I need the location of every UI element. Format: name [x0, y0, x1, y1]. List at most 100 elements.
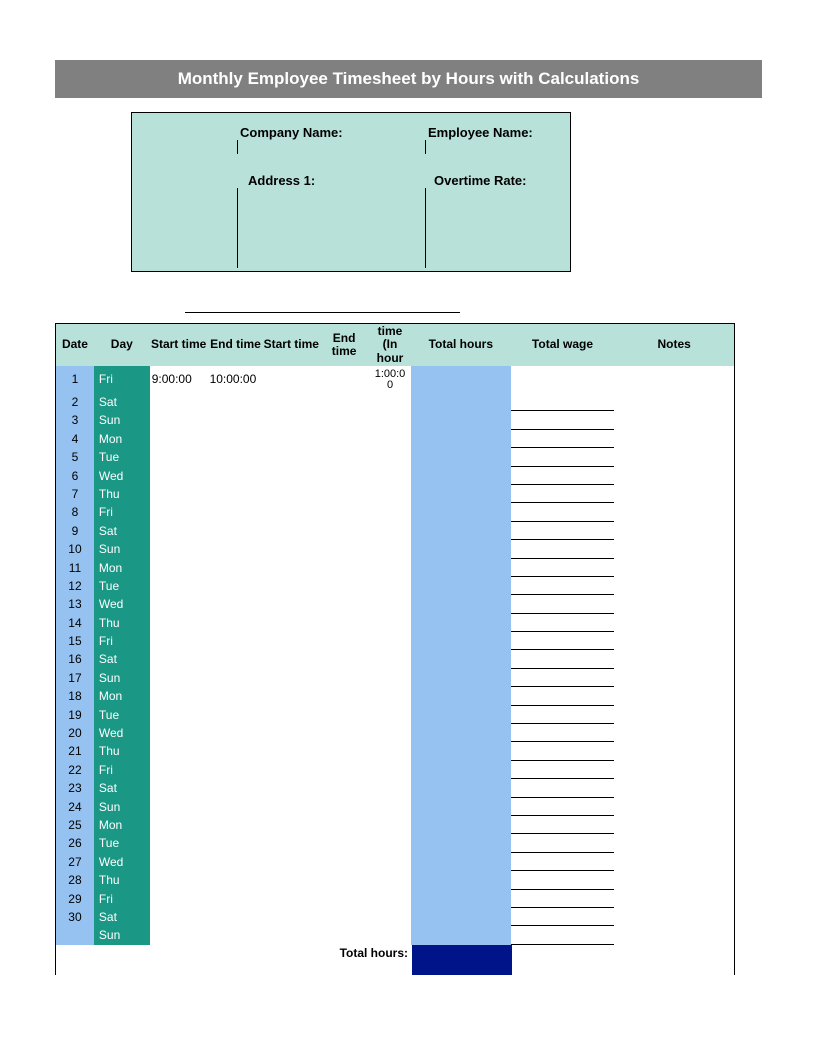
cell-time-in-hour[interactable]	[369, 614, 411, 632]
cell-start-time[interactable]	[150, 522, 208, 540]
cell-notes[interactable]	[614, 448, 734, 466]
cell-notes[interactable]	[614, 816, 734, 834]
cell-total-hours[interactable]	[411, 430, 511, 448]
cell-date[interactable]: 11	[56, 559, 94, 577]
cell-end-time-2[interactable]	[319, 761, 369, 779]
cell-day[interactable]: Wed	[94, 853, 150, 871]
cell-day[interactable]: Tue	[94, 448, 150, 466]
cell-start-time[interactable]	[150, 540, 208, 558]
cell-notes[interactable]	[614, 687, 734, 705]
cell-total-wage[interactable]	[511, 669, 615, 687]
cell-day[interactable]: Sun	[94, 926, 150, 944]
cell-time-in-hour[interactable]	[369, 485, 411, 503]
cell-start-time-2[interactable]	[263, 742, 319, 760]
cell-total-wage[interactable]	[511, 467, 615, 485]
cell-notes[interactable]	[614, 798, 734, 816]
cell-notes[interactable]	[614, 908, 734, 926]
cell-time-in-hour[interactable]	[369, 595, 411, 613]
cell-total-wage[interactable]	[511, 724, 615, 742]
cell-notes[interactable]	[614, 430, 734, 448]
cell-end-time[interactable]	[208, 853, 264, 871]
cell-time-in-hour[interactable]	[369, 577, 411, 595]
cell-total-hours[interactable]	[411, 632, 511, 650]
cell-date[interactable]: 15	[56, 632, 94, 650]
cell-day[interactable]: Sat	[94, 779, 150, 797]
cell-start-time[interactable]	[150, 890, 208, 908]
cell-time-in-hour[interactable]	[369, 632, 411, 650]
cell-date[interactable]: 27	[56, 853, 94, 871]
cell-start-time[interactable]	[150, 724, 208, 742]
cell-end-time-2[interactable]	[319, 724, 369, 742]
cell-total-wage[interactable]	[511, 559, 615, 577]
cell-date[interactable]: 7	[56, 485, 94, 503]
cell-total-wage[interactable]	[511, 742, 615, 760]
cell-start-time-2[interactable]	[263, 522, 319, 540]
cell-day[interactable]: Mon	[94, 559, 150, 577]
cell-total-wage[interactable]	[511, 687, 615, 705]
cell-end-time-2[interactable]	[319, 448, 369, 466]
cell-time-in-hour[interactable]	[369, 559, 411, 577]
cell-end-time-2[interactable]	[319, 366, 369, 393]
cell-total-wage[interactable]	[511, 503, 615, 521]
cell-end-time[interactable]	[208, 467, 264, 485]
cell-start-time-2[interactable]	[263, 779, 319, 797]
cell-date[interactable]: 20	[56, 724, 94, 742]
cell-total-hours[interactable]	[411, 559, 511, 577]
cell-start-time-2[interactable]	[263, 908, 319, 926]
cell-notes[interactable]	[614, 614, 734, 632]
cell-end-time-2[interactable]	[319, 926, 369, 944]
cell-notes[interactable]	[614, 503, 734, 521]
cell-total-wage[interactable]	[511, 595, 615, 613]
cell-notes[interactable]	[614, 834, 734, 852]
cell-day[interactable]: Fri	[94, 366, 150, 393]
cell-end-time-2[interactable]	[319, 816, 369, 834]
cell-end-time[interactable]	[208, 706, 264, 724]
cell-day[interactable]: Fri	[94, 761, 150, 779]
cell-start-time-2[interactable]	[263, 467, 319, 485]
cell-total-wage[interactable]	[511, 430, 615, 448]
cell-total-hours[interactable]	[411, 467, 511, 485]
cell-end-time[interactable]	[208, 632, 264, 650]
cell-start-time-2[interactable]	[263, 411, 319, 429]
cell-start-time[interactable]	[150, 411, 208, 429]
cell-date[interactable]: 24	[56, 798, 94, 816]
cell-total-wage[interactable]	[511, 632, 615, 650]
cell-end-time[interactable]	[208, 430, 264, 448]
cell-day[interactable]: Mon	[94, 687, 150, 705]
cell-date[interactable]: 2	[56, 393, 94, 411]
cell-time-in-hour[interactable]	[369, 448, 411, 466]
cell-day[interactable]: Tue	[94, 577, 150, 595]
cell-time-in-hour[interactable]	[369, 393, 411, 411]
cell-total-hours[interactable]	[411, 724, 511, 742]
cell-time-in-hour[interactable]	[369, 816, 411, 834]
cell-notes[interactable]	[614, 779, 734, 797]
cell-total-hours[interactable]	[411, 522, 511, 540]
cell-total-hours[interactable]	[411, 779, 511, 797]
cell-notes[interactable]	[614, 724, 734, 742]
cell-start-time-2[interactable]	[263, 559, 319, 577]
cell-total-hours[interactable]	[411, 834, 511, 852]
cell-total-hours[interactable]	[411, 366, 511, 393]
cell-start-time-2[interactable]	[263, 595, 319, 613]
cell-end-time-2[interactable]	[319, 742, 369, 760]
cell-day[interactable]: Wed	[94, 595, 150, 613]
cell-start-time-2[interactable]	[263, 366, 319, 393]
cell-date[interactable]: 17	[56, 669, 94, 687]
cell-end-time-2[interactable]	[319, 485, 369, 503]
cell-end-time[interactable]	[208, 761, 264, 779]
cell-date[interactable]: 6	[56, 467, 94, 485]
cell-date[interactable]: 22	[56, 761, 94, 779]
cell-time-in-hour[interactable]	[369, 706, 411, 724]
cell-day[interactable]: Thu	[94, 871, 150, 889]
cell-start-time-2[interactable]	[263, 816, 319, 834]
cell-start-time[interactable]	[150, 779, 208, 797]
cell-end-time[interactable]	[208, 522, 264, 540]
cell-end-time-2[interactable]	[319, 687, 369, 705]
cell-total-wage[interactable]	[511, 411, 615, 429]
cell-end-time[interactable]	[208, 724, 264, 742]
cell-time-in-hour[interactable]	[369, 926, 411, 944]
cell-end-time[interactable]	[208, 816, 264, 834]
cell-time-in-hour[interactable]	[369, 503, 411, 521]
cell-end-time[interactable]	[208, 926, 264, 944]
cell-end-time[interactable]	[208, 503, 264, 521]
